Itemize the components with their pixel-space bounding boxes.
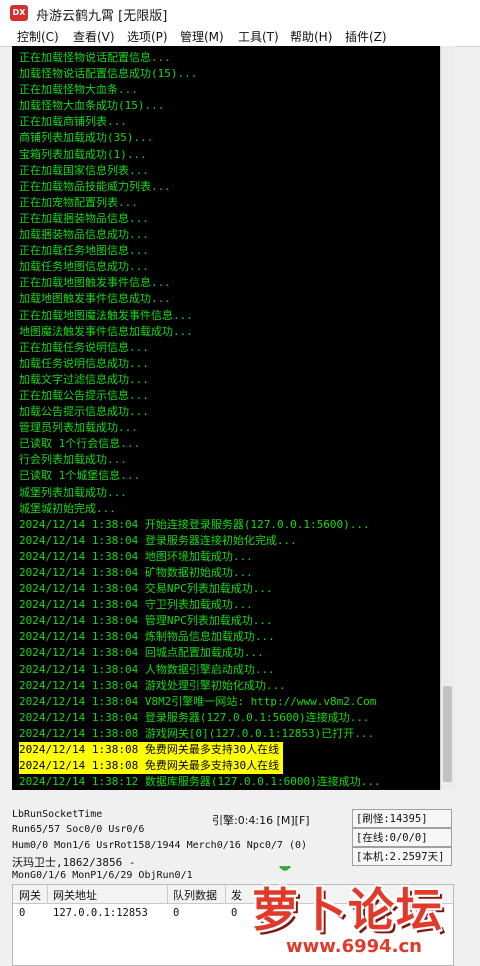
log-line: 正在加载捆装物品信息... bbox=[19, 211, 149, 225]
log-line: 管理员列表加载成功... bbox=[19, 421, 138, 435]
cell-queue: 0 bbox=[173, 907, 180, 919]
menu-manage[interactable]: 管理(M) bbox=[180, 28, 224, 45]
menu-help[interactable]: 帮助(H) bbox=[290, 28, 332, 45]
log-line: 行会列表加载成功... bbox=[19, 453, 127, 467]
status-refresh: [刷怪:14395] bbox=[352, 809, 452, 828]
log-line: 加载地图触发事件信息成功... bbox=[19, 292, 171, 306]
log-line: 城堡城初始完成... bbox=[19, 501, 116, 515]
console-scrollbar[interactable] bbox=[440, 46, 455, 790]
app-icon: DX bbox=[10, 5, 28, 21]
log-line: 正在加载地图触发事件信息... bbox=[19, 276, 171, 290]
status-run-counts: Run65/57 Soc0/0 Usr0/6 bbox=[12, 824, 145, 835]
log-line: 正在加载怪物大血条... bbox=[19, 83, 138, 97]
log-line: 2024/12/14 1:38:04 矿物数据初始成功... bbox=[19, 566, 253, 579]
log-line: 已读取 1个行会信息... bbox=[19, 437, 141, 451]
log-line: 加载公告提示信息成功... bbox=[19, 405, 149, 419]
log-line-highlighted: 2024/12/14 1:38:08 免费网关最多支持30人在线 bbox=[19, 742, 284, 759]
log-line: 加载怪物说话配置信息成功(15)... bbox=[19, 67, 198, 81]
log-line: 正在加载商铺列表... bbox=[19, 115, 127, 129]
log-line: 加载捆装物品信息成功... bbox=[19, 228, 149, 242]
log-line: 2024/12/14 1:38:04 回城点配置加载成功... bbox=[19, 646, 264, 660]
log-line: 2024/12/14 1:38:04 开始连接登录服务器(127.0.0.1:5… bbox=[19, 517, 370, 531]
log-line: 正在加载国家信息列表... bbox=[19, 163, 149, 177]
log-line: 城堡列表加载成功... bbox=[19, 485, 127, 499]
column-queue-data[interactable]: 队列数据 bbox=[173, 887, 217, 903]
menu-tools[interactable]: 工具(T) bbox=[238, 28, 279, 45]
log-line: 正在加载地图魔法触发事件信息... bbox=[19, 308, 193, 322]
log-line: 正在加载任务地图信息... bbox=[19, 244, 149, 258]
log-line: 商铺列表加载成功(35)... bbox=[19, 131, 154, 145]
log-line: 2024/12/14 1:38:04 人物数据引擎启动成功... bbox=[19, 662, 275, 676]
column-gateway-address[interactable]: 网关地址 bbox=[53, 887, 97, 903]
log-line: 加载怪物大血条成功(15)... bbox=[19, 99, 165, 113]
cell-gateway: 0 bbox=[19, 907, 26, 919]
log-line: 加载文字过滤信息成功... bbox=[19, 372, 149, 386]
log-line: 2024/12/14 1:38:04 登录服务器连接初始化完成... bbox=[19, 533, 297, 547]
log-line: 正在加载物品技能威力列表... bbox=[19, 179, 171, 193]
cell-send: 0 bbox=[231, 907, 238, 919]
window-title: 舟游云鹤九霄 [无限版] bbox=[36, 9, 168, 24]
status-engine-time: 引擎:0:4:16 [M][F] bbox=[212, 814, 310, 827]
log-console[interactable]: 正在加载怪物说话配置信息... 加载怪物说话配置信息成功(15)... 正在加载怪物… bbox=[12, 46, 440, 790]
log-line: 2024/12/14 1:38:08 游戏网关[0](127.0.0.1:128… bbox=[19, 726, 375, 740]
status-monster: 沃玛卫士,1862/3856 - bbox=[12, 856, 136, 869]
column-gateway[interactable]: 网关 bbox=[19, 887, 41, 903]
status-human-counts: Hum0/0 Mon1/6 UsrRot158/1944 Merch0/16 N… bbox=[12, 840, 308, 851]
log-line-highlighted: 2024/12/14 1:38:08 免费网关最多支持30人在线 bbox=[19, 758, 284, 775]
status-online: [在线:0/0/0] bbox=[352, 828, 452, 847]
log-line: 正在加载公告提示信息... bbox=[19, 388, 149, 402]
log-line: 2024/12/14 1:38:04 游戏处理引擎初始化成功... bbox=[19, 678, 286, 692]
log-line: 正在加载任务说明信息... bbox=[19, 340, 149, 354]
menu-view[interactable]: 查看(V) bbox=[73, 28, 115, 45]
log-line: 2024/12/14 1:38:04 交易NPC列表加载成功... bbox=[19, 582, 273, 596]
log-line: 2024/12/14 1:38:04 管理NPC列表加载成功... bbox=[19, 614, 273, 628]
scrollbar-thumb[interactable] bbox=[443, 686, 452, 782]
log-line: 正在加载怪物说话配置信息... bbox=[19, 51, 171, 64]
log-line: 2024/12/14 1:38:04 守卫列表加载成功... bbox=[19, 598, 253, 612]
cell-address: 127.0.0.1:12853 bbox=[53, 907, 148, 919]
log-line: 2024/12/14 1:38:04 地图环境加载成功... bbox=[19, 549, 253, 563]
log-line: 2024/12/14 1:38:04 登录服务器(127.0.0.1:5600)… bbox=[19, 710, 370, 724]
title-bar: DX 舟游云鹤九霄 [无限版] bbox=[0, 0, 480, 27]
log-line: 2024/12/14 1:38:12 数据库服务器(127.0.0.1:6000… bbox=[19, 775, 381, 789]
watermark-url: www.6994.cn bbox=[286, 936, 422, 957]
watermark-title: 萝卜论坛 bbox=[252, 883, 444, 937]
log-line: 加载任务说明信息成功... bbox=[19, 356, 149, 370]
menu-bar: 控制(C) 查看(V) 选项(P) 管理(M) 工具(T) 帮助(H) 插件(Z… bbox=[0, 26, 480, 47]
log-lines: 正在加载怪物说话配置信息... 加载怪物说话配置信息成功(15)... 正在加载怪物… bbox=[19, 50, 385, 790]
log-line: 2024/12/14 1:38:04 炼制物品信息加载成功... bbox=[19, 630, 275, 644]
forum-watermark: 萝卜论坛 www.6994.cn bbox=[246, 866, 480, 964]
log-line: 正在加宠物配置列表... bbox=[19, 195, 138, 209]
column-send[interactable]: 发 bbox=[231, 887, 242, 903]
menu-options[interactable]: 选项(P) bbox=[127, 28, 168, 45]
status-mon-groups: MonG0/1/6 MonP1/6/29 ObjRun0/1 bbox=[12, 870, 193, 881]
menu-control[interactable]: 控制(C) bbox=[17, 28, 59, 45]
status-socket-time: LbRunSocketTime bbox=[12, 809, 103, 820]
log-line: 已读取 1个城堡信息... bbox=[19, 469, 141, 483]
log-line: 加载任务地图信息成功... bbox=[19, 260, 149, 274]
status-local: [本机:2.2597天] bbox=[352, 847, 452, 866]
log-line: 2024/12/14 1:38:04 V8M2引擎唯一网站: http://ww… bbox=[19, 694, 377, 708]
menu-plugins[interactable]: 插件(Z) bbox=[345, 28, 387, 45]
log-line: 地图魔法触发事件信息加载成功... bbox=[19, 324, 193, 338]
log-line: 宝箱列表加载成功(1)... bbox=[19, 147, 147, 161]
